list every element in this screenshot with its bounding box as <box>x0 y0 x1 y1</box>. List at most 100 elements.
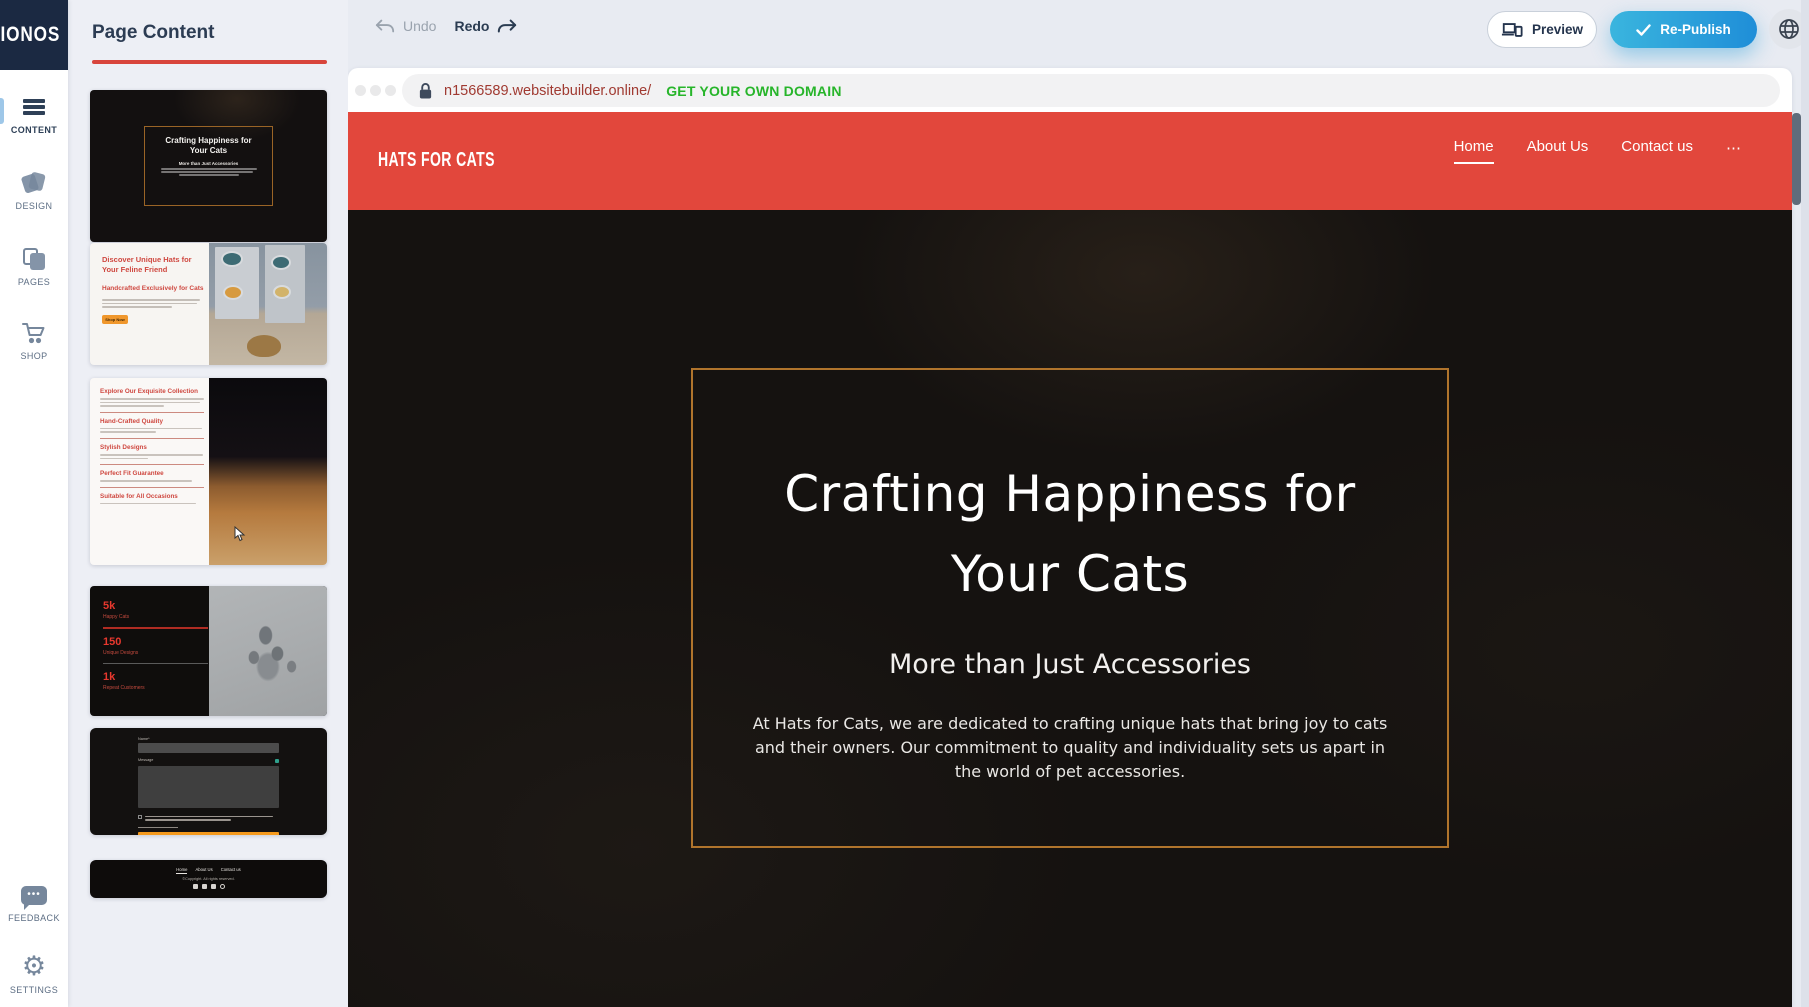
redo-button[interactable]: Redo <box>454 18 517 34</box>
thumb-hero-selection-box: Crafting Happiness for Your Cats More th… <box>144 126 273 206</box>
undo-label: Undo <box>403 18 436 34</box>
divider <box>100 438 204 439</box>
undo-button[interactable]: Undo <box>375 18 436 34</box>
address-pill[interactable]: n1566589.websitebuilder.online/ GET YOUR… <box>402 74 1780 107</box>
form-consent-row <box>138 814 279 823</box>
form-icon <box>275 759 279 763</box>
globe-icon <box>1777 17 1801 41</box>
panel-title-underline <box>92 60 327 64</box>
sidebar-item-content[interactable]: CONTENT <box>0 94 68 135</box>
thumb-section-heading: Suitable for All Occasions <box>100 493 204 500</box>
nav-more-icon[interactable]: ⋯ <box>1726 139 1742 164</box>
section-thumbnail-hero[interactable]: Crafting Happiness for Your Cats More th… <box>90 90 327 242</box>
app-sidebar: IONOS CONTENT DESIGN PAGES SHOP ••• FEED… <box>0 0 68 1007</box>
hero-selection-box[interactable]: Crafting Happiness for Your Cats More th… <box>691 368 1449 848</box>
redo-label: Redo <box>454 18 489 34</box>
feedback-icon: ••• <box>0 882 68 908</box>
thumb-section-heading: Explore Our Exquisite Collection <box>100 388 204 395</box>
thumb-hero-title: Crafting Happiness for Your Cats <box>145 136 272 156</box>
footer-copyright: ©Copyright. All rights reserved. <box>90 877 327 881</box>
hero-title: Crafting Happiness for Your Cats <box>693 454 1447 614</box>
form-message-label: Message <box>138 758 153 762</box>
footer-social-icons <box>90 884 327 889</box>
form-name-label: Name* <box>138 737 279 741</box>
hero-body: At Hats for Cats, we are dedicated to cr… <box>746 712 1394 784</box>
window-dots <box>355 85 396 96</box>
mouse-cursor <box>234 526 247 542</box>
thumb-shop-button: Shop Now <box>102 315 128 324</box>
scrollbar-thumb[interactable] <box>1792 113 1801 205</box>
republish-label: Re-Publish <box>1660 22 1731 37</box>
sidebar-item-design[interactable]: DESIGN <box>0 170 68 211</box>
browser-url-bar: n1566589.websitebuilder.online/ GET YOUR… <box>348 68 1792 112</box>
text-placeholder <box>100 428 204 433</box>
form-required-note <box>138 827 178 829</box>
street-cat-photo <box>209 243 327 365</box>
hero-subtitle: More than Just Accessories <box>693 649 1447 680</box>
sidebar-item-label: PAGES <box>0 277 68 287</box>
ionos-logo[interactable]: IONOS <box>0 0 68 70</box>
nav-home[interactable]: Home <box>1454 138 1494 164</box>
site-preview-window: n1566589.websitebuilder.online/ GET YOUR… <box>348 68 1792 1007</box>
text-placeholder <box>100 503 204 505</box>
section-thumbnail-collection[interactable]: Explore Our Exquisite Collection Hand-Cr… <box>90 378 327 565</box>
thumb-section-heading: Hand-Crafted Quality <box>100 418 204 425</box>
form-message-field <box>138 766 279 808</box>
stat-value: 5k <box>103 600 208 612</box>
pages-icon <box>0 246 68 272</box>
sidebar-item-feedback[interactable]: ••• FEEDBACK <box>0 882 68 923</box>
sidebar-item-shop[interactable]: SHOP <box>0 320 68 361</box>
undo-icon <box>375 18 395 34</box>
thumb-discover-heading: Discover Unique Hats for Your Feline Fri… <box>102 255 204 275</box>
stat-label: Unique Designs <box>103 650 208 656</box>
thumb-section-heading: Perfect Fit Guarantee <box>100 470 204 477</box>
divider <box>103 627 208 629</box>
thumb-form: Name* Message Send <box>138 737 279 835</box>
thumb-discover-text: Discover Unique Hats for Your Feline Fri… <box>102 255 204 324</box>
sidebar-item-settings[interactable]: ⚙ SETTINGS <box>0 954 68 995</box>
sidebar-item-pages[interactable]: PAGES <box>0 246 68 287</box>
stat-value: 1k <box>103 671 208 683</box>
scrollbar-track <box>1801 0 1809 1007</box>
content-icon <box>0 94 68 120</box>
thumb-discover-subheading: Handcrafted Exclusively for Cats <box>102 285 204 292</box>
sidebar-item-label: SHOP <box>0 351 68 361</box>
stat-label: Happy Cats <box>103 614 208 620</box>
paw-print-photo <box>209 586 327 716</box>
divider <box>100 487 204 488</box>
nav-about[interactable]: About Us <box>1527 138 1589 164</box>
thumb-section-heading: Stylish Designs <box>100 444 204 451</box>
divider <box>103 663 208 665</box>
republish-button[interactable]: Re-Publish <box>1610 11 1757 48</box>
stat-label: Repeat Customers <box>103 685 208 691</box>
section-thumbnail-footer[interactable]: Home About Us Contact us ©Copyright. All… <box>90 860 327 898</box>
cart-icon <box>0 320 68 346</box>
thumb-collection-text: Explore Our Exquisite Collection Hand-Cr… <box>100 388 204 506</box>
divider <box>100 412 204 413</box>
site-header: HATS FOR CATS Home About Us Contact us ⋯ <box>348 112 1792 210</box>
design-icon <box>0 170 68 196</box>
stat-value: 150 <box>103 636 208 648</box>
lock-icon <box>418 82 433 100</box>
site-url: n1566589.websitebuilder.online/ <box>444 83 651 99</box>
text-placeholder <box>161 168 257 176</box>
site-logo[interactable]: HATS FOR CATS <box>378 147 495 171</box>
preview-button[interactable]: Preview <box>1487 11 1597 48</box>
redo-icon <box>497 18 517 34</box>
devices-icon <box>1501 22 1523 38</box>
sidebar-item-label: CONTENT <box>0 125 68 135</box>
section-thumbnail-contact-form[interactable]: Name* Message Send <box>90 728 327 835</box>
panel-title: Page Content <box>92 22 214 44</box>
sidebar-item-label: FEEDBACK <box>0 913 68 923</box>
site-nav: Home About Us Contact us ⋯ <box>1454 138 1742 164</box>
editor-toolbar: Undo Redo Preview Re-Publish <box>348 0 1809 68</box>
get-domain-link[interactable]: GET YOUR OWN DOMAIN <box>666 83 841 99</box>
section-thumbnail-stats[interactable]: 5k Happy Cats 150 Unique Designs 1k Repe… <box>90 586 327 716</box>
nav-contact[interactable]: Contact us <box>1621 138 1693 164</box>
sidebar-item-label: DESIGN <box>0 201 68 211</box>
section-thumbnail-discover[interactable]: Discover Unique Hats for Your Feline Fri… <box>90 243 327 365</box>
check-icon <box>1636 24 1651 36</box>
thumb-hero-subtitle: More than Just Accessories <box>145 161 272 166</box>
text-placeholder <box>100 398 204 407</box>
form-send-button: Send <box>138 832 279 835</box>
